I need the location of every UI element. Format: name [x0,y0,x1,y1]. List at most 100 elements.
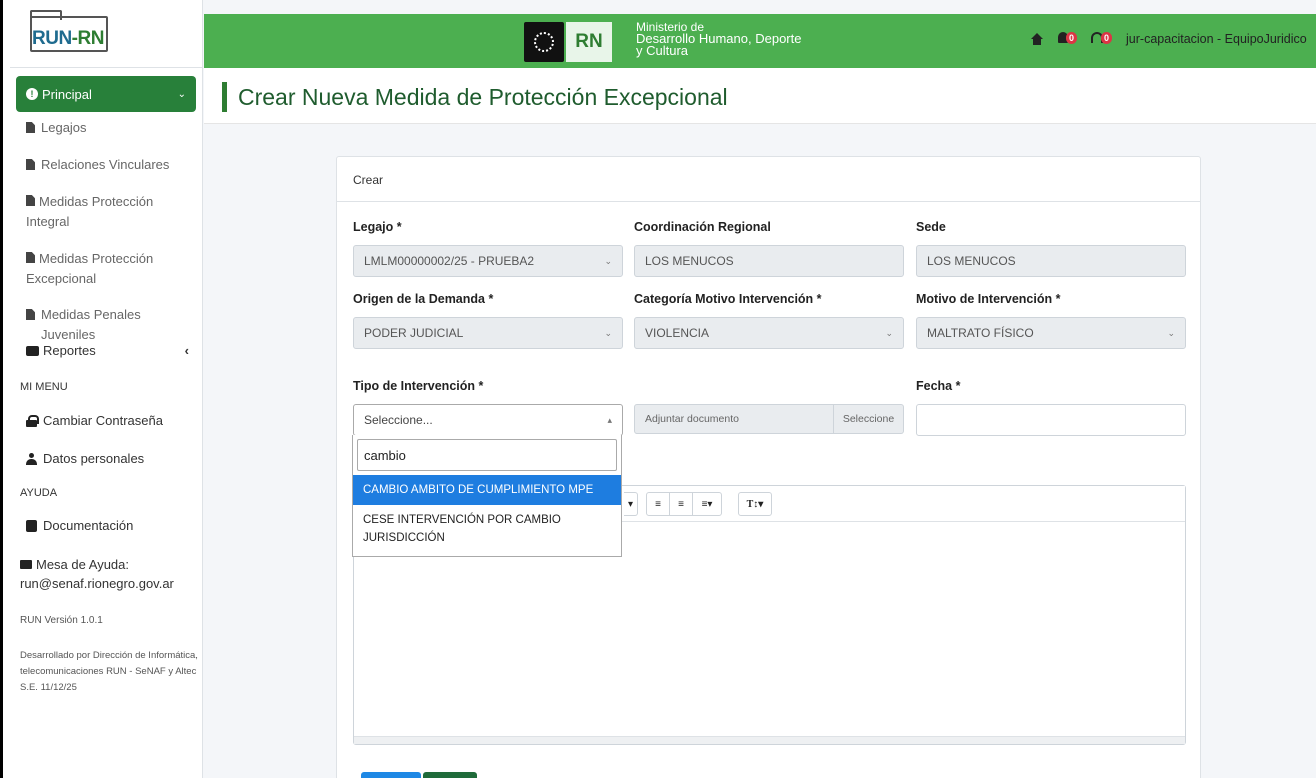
sidebar-item-relaciones[interactable]: Relaciones Vinculares [10,155,203,175]
logo-text-run: RUN [32,27,72,49]
origen-label: Origen de la Demanda * [353,292,494,306]
legajo-select[interactable]: LMLM00000002/25 - PRUEBA2 ⌄ [353,245,623,277]
sidebar-item-legajos[interactable]: Legajos [10,118,203,144]
sidebar-item-mpe[interactable]: Medidas Protección Excepcional [10,248,195,289]
save-button[interactable] [361,772,421,778]
dropdown-search-input[interactable]: cambio [357,439,617,471]
window-edge [0,0,3,778]
file-icon [26,122,35,133]
tipo-value: Seleccione... [364,413,433,427]
coordinacion-field: LOS MENUCOS [634,245,904,277]
sidebar-item-label: Medidas Protección Excepcional [26,251,154,286]
sidebar-item-documentacion[interactable]: Documentación [10,518,133,533]
unordered-list-button[interactable]: ≡ [646,492,670,516]
sidebar-item-label: Relaciones Vinculares [41,157,170,172]
seleccione-button[interactable]: Seleccione [834,404,904,434]
sidebar-item-label: Medidas Protección Integral [26,194,154,229]
sidebar-item-label: Cambiar Contraseña [43,413,163,428]
briefcase-icon [26,345,39,356]
sidebar-item-label: Medidas Penales Juveniles [41,307,141,342]
categoria-label: Categoría Motivo Intervención * [634,292,822,306]
dropdown-option[interactable]: CESE INTERVENCIÓN POR CAMBIO JURISDICCIÓ… [353,505,621,547]
page-title: Crear Nueva Medida de Protección Excepci… [238,84,728,110]
ministerio-line-3: y Cultura [636,43,689,58]
sidebar-item-penales[interactable]: Medidas Penales Juveniles [10,305,210,345]
sidebar-item-datos-personales[interactable]: Datos personales [10,451,144,466]
fecha-input[interactable] [916,404,1186,436]
color-dropdown-button[interactable]: ▾ [624,492,638,516]
run-rn-logo[interactable]: RUN-RN [30,9,110,54]
coordinacion-label: Coordinación Regional [634,220,771,234]
sidebar-item-mpi[interactable]: Medidas Protección Integral [10,191,195,232]
chevron-down-icon: ⌄ [1167,327,1175,338]
origen-value: PODER JUDICIAL [364,326,464,340]
file-icon [26,195,35,206]
mesa-email: run@senaf.rionegro.gov.ar [20,576,174,591]
section-ayuda: AYUDA [20,487,58,499]
brand[interactable]: RUN-RN [10,0,202,68]
user-menu[interactable]: jur-capacitacion - EquipoJuridico [1126,32,1307,46]
card-title: Crear [337,157,1200,202]
chevron-down-icon: ⌄ [604,327,612,338]
tipo-select[interactable]: Seleccione... ▴ [353,404,623,436]
sidebar-item-label: Documentación [43,518,134,533]
file-icon [26,159,35,170]
mail-icon [20,560,32,569]
chevron-up-icon: ▴ [607,414,612,425]
title-accent [222,82,227,112]
dropdown-option[interactable]: CAMBIO AMBITO DE CUMPLIMIENTO MPE [353,475,621,505]
sidebar-item-reportes[interactable]: Reportes ‹ [10,343,203,358]
ordered-list-button[interactable]: ≡ [669,492,693,516]
sidebar-item-mesa-ayuda[interactable]: Mesa de Ayuda: run@senaf.rionegro.gov.ar [20,555,200,593]
book-icon [26,519,37,532]
text-size-button[interactable]: T↕▾ [738,492,772,516]
file-icon [26,309,35,320]
credits-text: Desarrollado por Dirección de Informátic… [20,650,198,693]
notifications-badge: 0 [1066,32,1078,44]
sidebar-item-label: Datos personales [43,451,145,466]
sede-value: LOS MENUCOS [927,254,1016,268]
user-icon [26,452,37,465]
motivo-select[interactable]: MALTRATO FÍSICO ⌄ [916,317,1186,349]
legajo-label: Legajo * [353,220,402,234]
rionegro-emblem-icon [524,22,564,62]
sede-label: Sede [916,220,946,234]
nav-principal[interactable]: ! Principal ⌄ [16,76,196,112]
chevron-down-icon: ⌄ [604,255,612,266]
secondary-button[interactable] [423,772,477,778]
info-icon: ! [26,88,38,100]
chevron-down-icon: ⌄ [177,88,186,100]
ministerio-text: Ministerio de Desarrollo Humano, Deporte… [636,21,801,57]
nav-principal-label: Principal [42,86,92,102]
notifications-button[interactable]: 0 [1058,32,1078,46]
sidebar: RUN-RN ! Principal ⌄ Legajos Relaciones … [0,0,203,778]
logo-text-rn: -RN [71,27,105,49]
mesa-label: Mesa de Ayuda: [36,557,129,572]
home-icon[interactable] [1030,33,1044,45]
adjuntar-file-input[interactable]: Adjuntar documento Seleccione [634,404,904,434]
tipo-dropdown: cambio CAMBIO AMBITO DE CUMPLIMIENTO MPE… [352,435,622,557]
support-button[interactable]: 0 [1091,32,1113,46]
sidebar-item-cambiar-contrasena[interactable]: Cambiar Contraseña [10,413,163,428]
categoria-select[interactable]: VIOLENCIA ⌄ [634,317,904,349]
tipo-label: Tipo de Intervención * [353,379,484,393]
legajo-value: LMLM00000002/25 - PRUEBA2 [364,254,535,268]
sidebar-item-label: Reportes [43,343,96,358]
page-header: Crear Nueva Medida de Protección Excepci… [204,68,1316,124]
fecha-label: Fecha * [916,379,961,393]
paragraph-align-button[interactable]: ≡▾ [692,492,722,516]
top-bar: RN Ministerio de Desarrollo Humano, Depo… [204,14,1316,68]
motivo-value: MALTRATO FÍSICO [927,326,1034,340]
version-text: RUN Versión 1.0.1 [20,615,103,626]
chevron-down-icon: ⌄ [885,327,893,338]
support-badge: 0 [1101,32,1113,44]
categoria-value: VIOLENCIA [645,326,710,340]
section-mi-menu: MI MENU [20,381,68,393]
coordinacion-value: LOS MENUCOS [645,254,734,268]
sede-field: LOS MENUCOS [916,245,1186,277]
origen-select[interactable]: PODER JUDICIAL ⌄ [353,317,623,349]
rn-logo-text: RN [566,22,612,62]
lock-icon [26,414,39,427]
editor-resize-handle[interactable] [354,736,1185,744]
sidebar-item-label: Legajos [41,120,87,135]
